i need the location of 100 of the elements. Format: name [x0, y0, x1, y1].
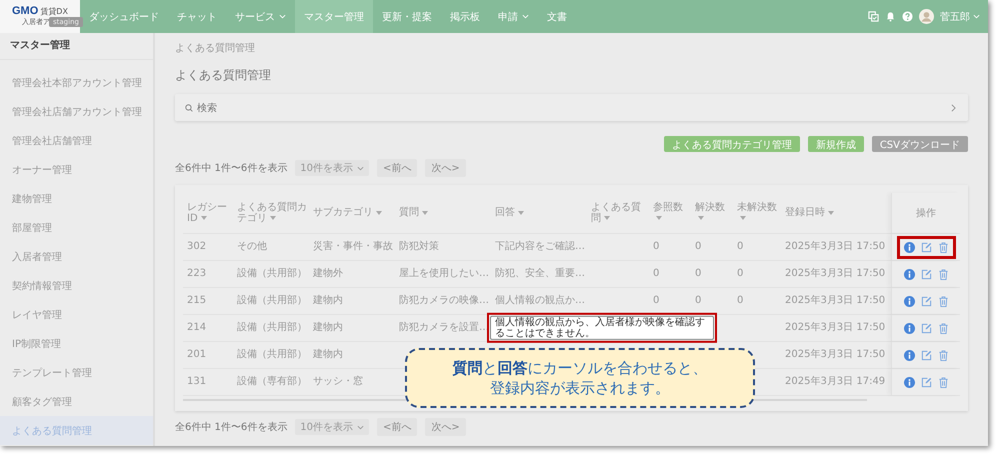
table-cell: 建物外 — [313, 268, 343, 280]
info-icon[interactable] — [904, 350, 914, 360]
nav-tab[interactable]: マスター管理 — [295, 0, 373, 33]
bell-icon[interactable] — [885, 11, 896, 22]
action-button[interactable]: よくある質問カテゴリ管理 — [664, 136, 800, 152]
sidebar-item[interactable]: 入居者管理 — [0, 242, 153, 271]
sidebar-item[interactable]: 契約情報管理 — [0, 271, 153, 300]
edit-icon[interactable] — [920, 296, 932, 306]
user-menu[interactable]: 菅五郎 — [940, 10, 980, 24]
column-header[interactable]: 未解決数 — [737, 202, 781, 224]
table-cell: 屋上を使用したい… — [399, 268, 489, 280]
column-header[interactable]: レガシーID — [187, 202, 233, 224]
table-cell: 2025年3月3日 17:50 — [785, 295, 886, 306]
table-cell: 2025年3月3日 17:49 — [785, 376, 886, 388]
sidebar-item[interactable]: テンプレート管理 — [0, 358, 153, 387]
table-cell: 0 — [653, 241, 660, 252]
table-cell: 2025年3月3日 17:50 — [785, 322, 886, 334]
table-cell: 2025年3月3日 17:50 — [785, 349, 886, 360]
sidebar-item[interactable]: 建物管理 — [0, 184, 153, 213]
column-header[interactable]: サブカテゴリ — [313, 207, 395, 219]
table-cell: その他 — [237, 241, 267, 252]
info-icon[interactable] — [904, 322, 914, 334]
tooltip: 個人情報の観点から、入居者様が映像を確認することはできません。 — [490, 316, 714, 340]
nav-tab[interactable]: ダッシュボード — [80, 0, 168, 33]
sort-icon — [200, 216, 207, 220]
page-size-select[interactable]: 10件を表示 — [295, 419, 369, 435]
table-cell: 131 — [187, 376, 206, 388]
trash-icon[interactable] — [938, 376, 948, 388]
trash-icon[interactable] — [938, 268, 948, 280]
sidebar-item[interactable]: 部屋管理 — [0, 213, 153, 242]
nav-tab[interactable]: チャット — [168, 0, 226, 33]
table-cell: 0 — [695, 268, 702, 280]
action-button[interactable]: 新規作成 — [808, 136, 864, 152]
trash-icon[interactable] — [938, 350, 948, 360]
table-cell: 設備（専有部） — [237, 376, 307, 388]
sort-icon — [376, 210, 382, 215]
table-cell: 建物内 — [313, 295, 343, 306]
column-header[interactable]: よくある質問 — [591, 202, 649, 224]
table-cell: サッシ・窓 — [313, 376, 363, 388]
edit-icon[interactable] — [920, 376, 932, 388]
nav-tab[interactable]: 申請 — [489, 0, 538, 33]
trash-icon[interactable] — [938, 242, 948, 252]
table-cell: 設備（共用部） — [237, 349, 307, 360]
table-cell: 214 — [187, 322, 206, 334]
column-header[interactable]: 解決数 — [695, 202, 733, 224]
trash-icon[interactable] — [938, 322, 948, 334]
info-icon[interactable] — [904, 376, 914, 388]
callout: 質問と回答にカーソルを合わせると、 登録内容が表示されます。 — [405, 348, 755, 408]
info-icon[interactable] — [904, 242, 914, 252]
column-header[interactable]: 登録日時 — [785, 207, 891, 219]
chevron-right-icon — [951, 104, 956, 112]
column-header[interactable]: よくある質問カテゴリ — [237, 202, 309, 224]
column-header[interactable]: 参照数 — [653, 202, 691, 224]
chevron-icon — [522, 14, 529, 19]
search-label: 検索 — [197, 102, 217, 114]
nav-tab[interactable]: 更新・提案 — [373, 0, 441, 33]
column-header[interactable]: 質問 — [399, 207, 491, 219]
breadcrumb: よくある質問管理 — [175, 42, 256, 55]
chevron-icon — [973, 14, 980, 19]
table-cell: 0 — [695, 241, 702, 252]
table-cell: 建物内 — [313, 322, 343, 334]
sidebar-item[interactable]: 管理会社店舗管理 — [0, 126, 153, 155]
table-cell: 災害・事件・事故 — [313, 241, 393, 252]
column-header[interactable]: 回答 — [495, 207, 587, 219]
page-size-select[interactable]: 10件を表示 — [295, 160, 369, 176]
table-cell: 下記内容をご確認… — [495, 241, 585, 252]
table-cell: 設備（共用部） — [237, 295, 307, 306]
sidebar-item[interactable]: 管理会社本部アカウント管理 — [0, 68, 153, 97]
nav-tab[interactable]: 掲示板 — [441, 0, 489, 33]
help-icon[interactable] — [902, 11, 913, 22]
edit-icon[interactable] — [920, 242, 932, 252]
nav-tab[interactable]: 文書 — [538, 0, 576, 33]
table-cell: 223 — [187, 268, 206, 280]
sidebar-item[interactable]: レイヤ管理 — [0, 300, 153, 329]
sidebar-item[interactable]: 顧客タグ管理 — [0, 387, 153, 416]
copy-icon[interactable] — [868, 11, 879, 22]
table-cell: 201 — [187, 349, 206, 360]
edit-icon[interactable] — [920, 268, 932, 280]
info-icon[interactable] — [904, 268, 914, 280]
sidebar-item[interactable]: IP制限管理 — [0, 329, 153, 358]
brand-logo: GMO — [12, 5, 38, 17]
trash-icon[interactable] — [938, 296, 948, 306]
table-cell: 設備（共用部） — [237, 322, 307, 334]
avatar-icon[interactable] — [919, 9, 934, 24]
search-panel[interactable]: 検索 — [175, 94, 968, 121]
edit-icon[interactable] — [920, 350, 932, 360]
action-button[interactable]: CSVダウンロード — [872, 136, 968, 152]
chevron-icon — [357, 424, 364, 430]
sidebar-item[interactable]: オーナー管理 — [0, 155, 153, 184]
nav-tab[interactable]: サービス — [226, 0, 295, 33]
result-summary: 全6件中 1件〜6件を表示 — [175, 162, 288, 175]
sidebar-item[interactable]: 管理会社店舗アカウント管理 — [0, 97, 153, 126]
sort-icon — [828, 210, 834, 215]
edit-icon[interactable] — [920, 322, 932, 334]
table-cell: 2025年3月3日 17:50 — [785, 241, 886, 252]
table-cell: 防犯、安全、重要… — [495, 268, 585, 280]
info-icon[interactable] — [904, 296, 914, 306]
sidebar-item[interactable]: よくある質問管理 — [0, 416, 153, 445]
table-cell: 2025年3月3日 17:50 — [785, 268, 886, 280]
table-cell: 防犯カメラの映像… — [399, 295, 489, 306]
